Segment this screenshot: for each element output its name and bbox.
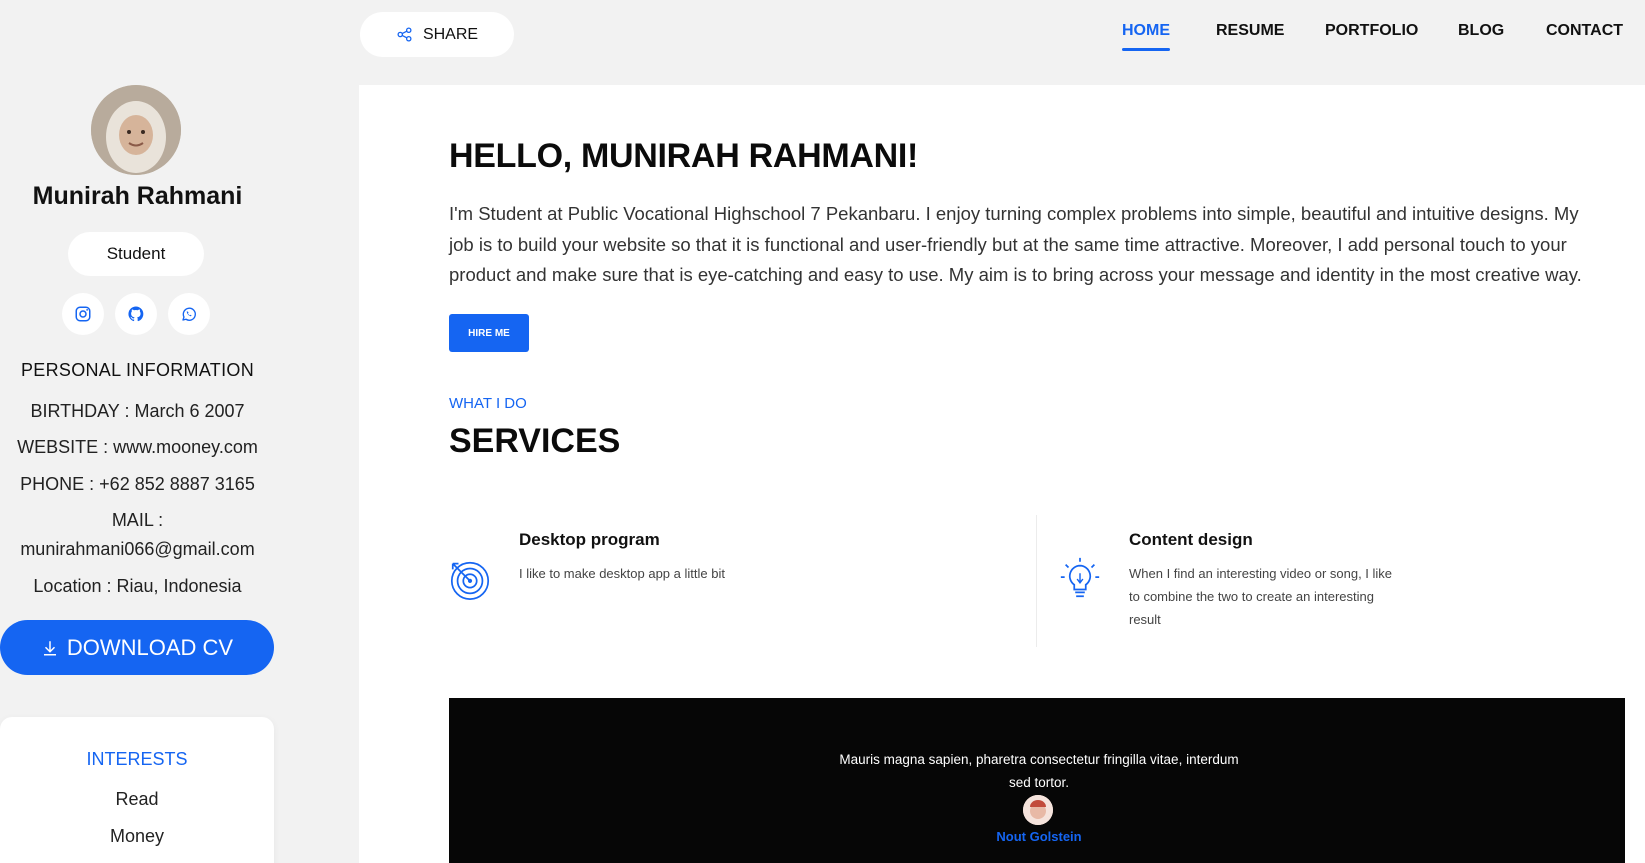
- download-icon: [43, 640, 56, 655]
- section-eyebrow: WHAT I DO: [449, 395, 527, 412]
- role-badge: Student: [68, 232, 204, 276]
- services-title: SERVICES: [449, 422, 621, 460]
- download-cv-button[interactable]: DOWNLOAD CV: [0, 620, 274, 675]
- interests-card: INTERESTS Read Money: [0, 717, 274, 863]
- github-link[interactable]: [115, 293, 157, 335]
- nav-home[interactable]: HOME: [1122, 22, 1170, 40]
- hire-me-button[interactable]: HIRE ME: [449, 314, 529, 352]
- testimonial-author: Nout Golstein: [996, 829, 1082, 844]
- personal-info-title: PERSONAL INFORMATION: [20, 360, 255, 380]
- service-title: Desktop program: [519, 530, 660, 549]
- interest-item: Read: [115, 789, 159, 809]
- interest-item: Money: [109, 826, 165, 846]
- download-cv-label: DOWNLOAD CV: [66, 634, 234, 660]
- whatsapp-icon: [182, 307, 196, 321]
- testimonial-quote: Mauris magna sapien, pharetra consectetu…: [839, 752, 1239, 790]
- social-links: [62, 293, 212, 335]
- main-content: HELLO, MUNIRAH RAHMANI! I'm Student at P…: [359, 85, 1645, 863]
- service-title: Content design: [1129, 530, 1253, 549]
- avatar: [91, 85, 181, 175]
- target-icon: [450, 561, 490, 600]
- share-label: SHARE: [422, 25, 479, 43]
- instagram-icon: [75, 306, 91, 322]
- mail-label: MAIL :: [111, 510, 164, 530]
- github-icon: [128, 306, 144, 322]
- whatsapp-link[interactable]: [168, 293, 210, 335]
- mail-value: munirahmani066@gmail.com: [20, 539, 255, 559]
- birthday-text: BIRTHDAY : March 6 2007: [30, 401, 245, 421]
- nav-contact[interactable]: CONTACT: [1546, 22, 1623, 40]
- nav-resume[interactable]: RESUME: [1216, 22, 1284, 40]
- testimonial-section: Mauris magna sapien, pharetra consectetu…: [449, 698, 1625, 863]
- sidebar: Munirah Rahmani Student PERSONAL INFORMA…: [0, 0, 275, 863]
- instagram-link[interactable]: [62, 293, 104, 335]
- nav-portfolio[interactable]: PORTFOLIO: [1325, 22, 1418, 40]
- testimonial-avatar: [1023, 795, 1053, 825]
- interests-title: INTERESTS: [86, 749, 188, 769]
- share-icon: [397, 27, 412, 42]
- nav-active-indicator: [1122, 48, 1170, 51]
- location-text: Location : Riau, Indonesia: [33, 576, 242, 596]
- service-divider: [1036, 515, 1037, 647]
- intro-text: I'm Student at Public Vocational Highsch…: [449, 203, 1582, 285]
- phone-text: PHONE : +62 852 8887 3165: [20, 474, 255, 494]
- share-button[interactable]: SHARE: [360, 12, 514, 57]
- page-title: HELLO, MUNIRAH RAHMANI!: [449, 137, 919, 175]
- service-desc: When I find an interesting video or song…: [1129, 566, 1393, 627]
- website-text: WEBSITE : www.mooney.com: [17, 437, 258, 457]
- service-desc: I like to make desktop app a little bit: [519, 566, 725, 581]
- lightbulb-icon: [1060, 557, 1100, 598]
- profile-name: Munirah Rahmani: [32, 182, 243, 210]
- nav-blog[interactable]: BLOG: [1458, 22, 1504, 40]
